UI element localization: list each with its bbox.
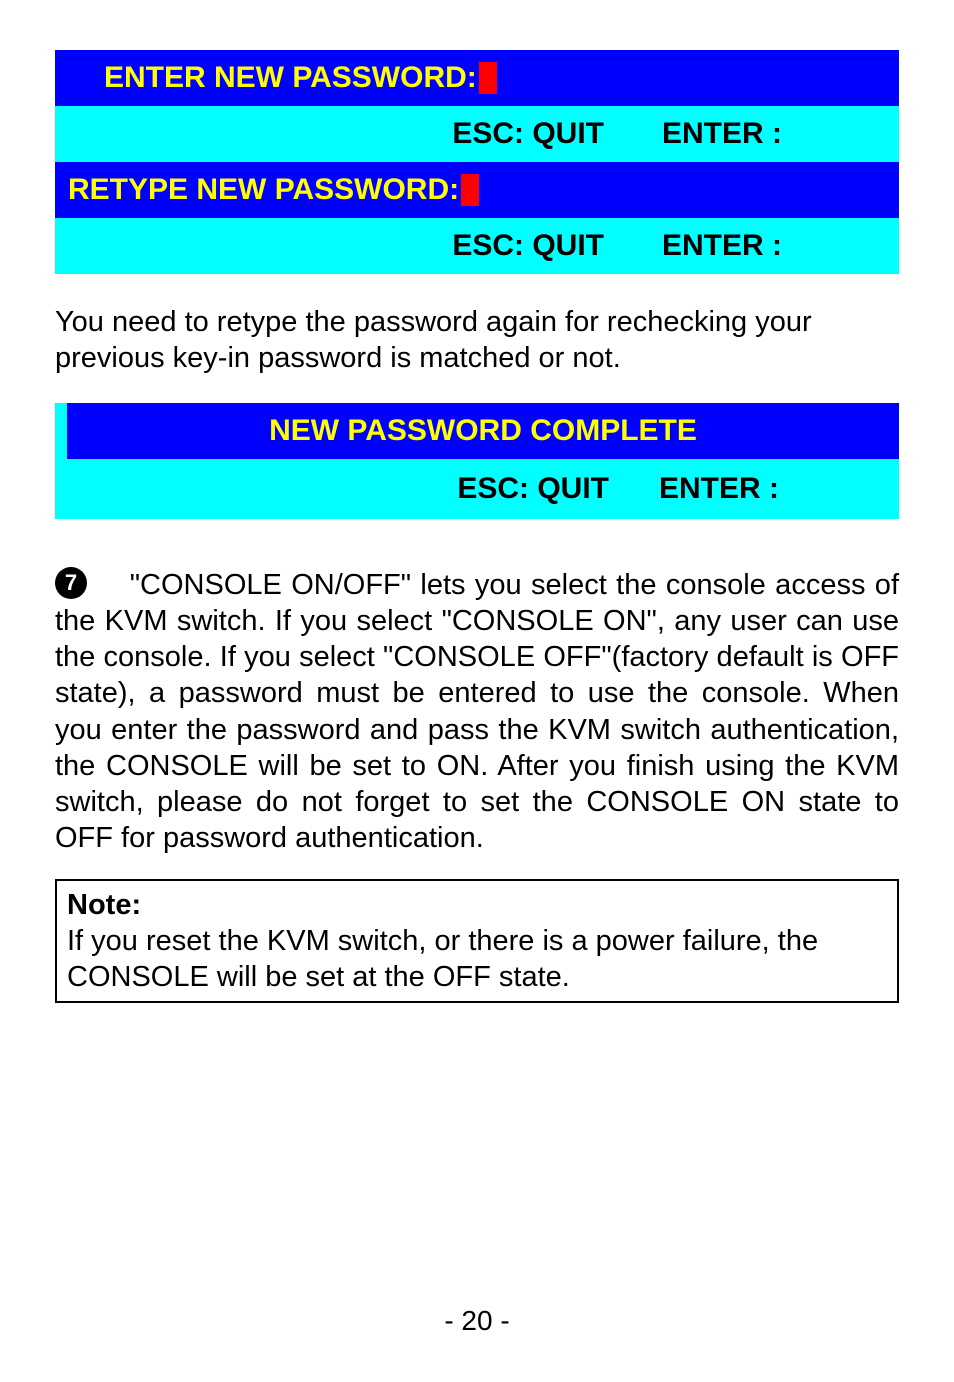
esc-quit-label-2: ESC: QUIT — [55, 229, 614, 263]
enter-new-password-row: ENTER NEW PASSWORD: — [55, 50, 899, 106]
retype-new-password-row: RETYPE NEW PASSWORD: — [55, 162, 899, 218]
section-7-text: "CONSOLE ON/OFF" lets you select the con… — [55, 569, 899, 855]
esc-quit-label-3: ESC: QUIT — [55, 472, 619, 506]
esc-enter-row-1: ESC: QUIT ENTER : — [55, 106, 899, 162]
esc-enter-row-3: ESC: QUIT ENTER : — [55, 459, 899, 519]
retype-new-password-label: RETYPE NEW PASSWORD: — [68, 173, 459, 207]
enter-new-password-label: ENTER NEW PASSWORD: — [104, 61, 477, 95]
retype-instruction-text: You need to retype the password again fo… — [55, 304, 899, 377]
note-text: If you reset the KVM switch, or there is… — [67, 925, 818, 993]
section-7-paragraph: 7 "CONSOLE ON/OFF" lets you select the c… — [55, 567, 899, 857]
note-box: Note: If you reset the KVM switch, or th… — [55, 879, 899, 1004]
bullet-7-icon: 7 — [55, 567, 87, 599]
note-label: Note: — [67, 889, 141, 921]
new-password-complete-row: NEW PASSWORD COMPLETE — [67, 403, 899, 459]
enter-label-3: ENTER : — [619, 472, 899, 506]
enter-label-1: ENTER : — [614, 117, 899, 151]
page-number: - 20 - — [0, 1305, 954, 1337]
osd-box-complete: NEW PASSWORD COMPLETE ESC: QUIT ENTER : — [55, 403, 899, 519]
esc-quit-label-1: ESC: QUIT — [55, 117, 614, 151]
cursor-icon — [479, 62, 497, 94]
enter-label-2: ENTER : — [614, 229, 899, 263]
esc-enter-row-2: ESC: QUIT ENTER : — [55, 218, 899, 274]
osd-box-password-entry: ENTER NEW PASSWORD: ESC: QUIT ENTER : RE… — [55, 50, 899, 274]
cursor-icon — [461, 174, 479, 206]
complete-row-wrapper: NEW PASSWORD COMPLETE — [55, 403, 899, 459]
